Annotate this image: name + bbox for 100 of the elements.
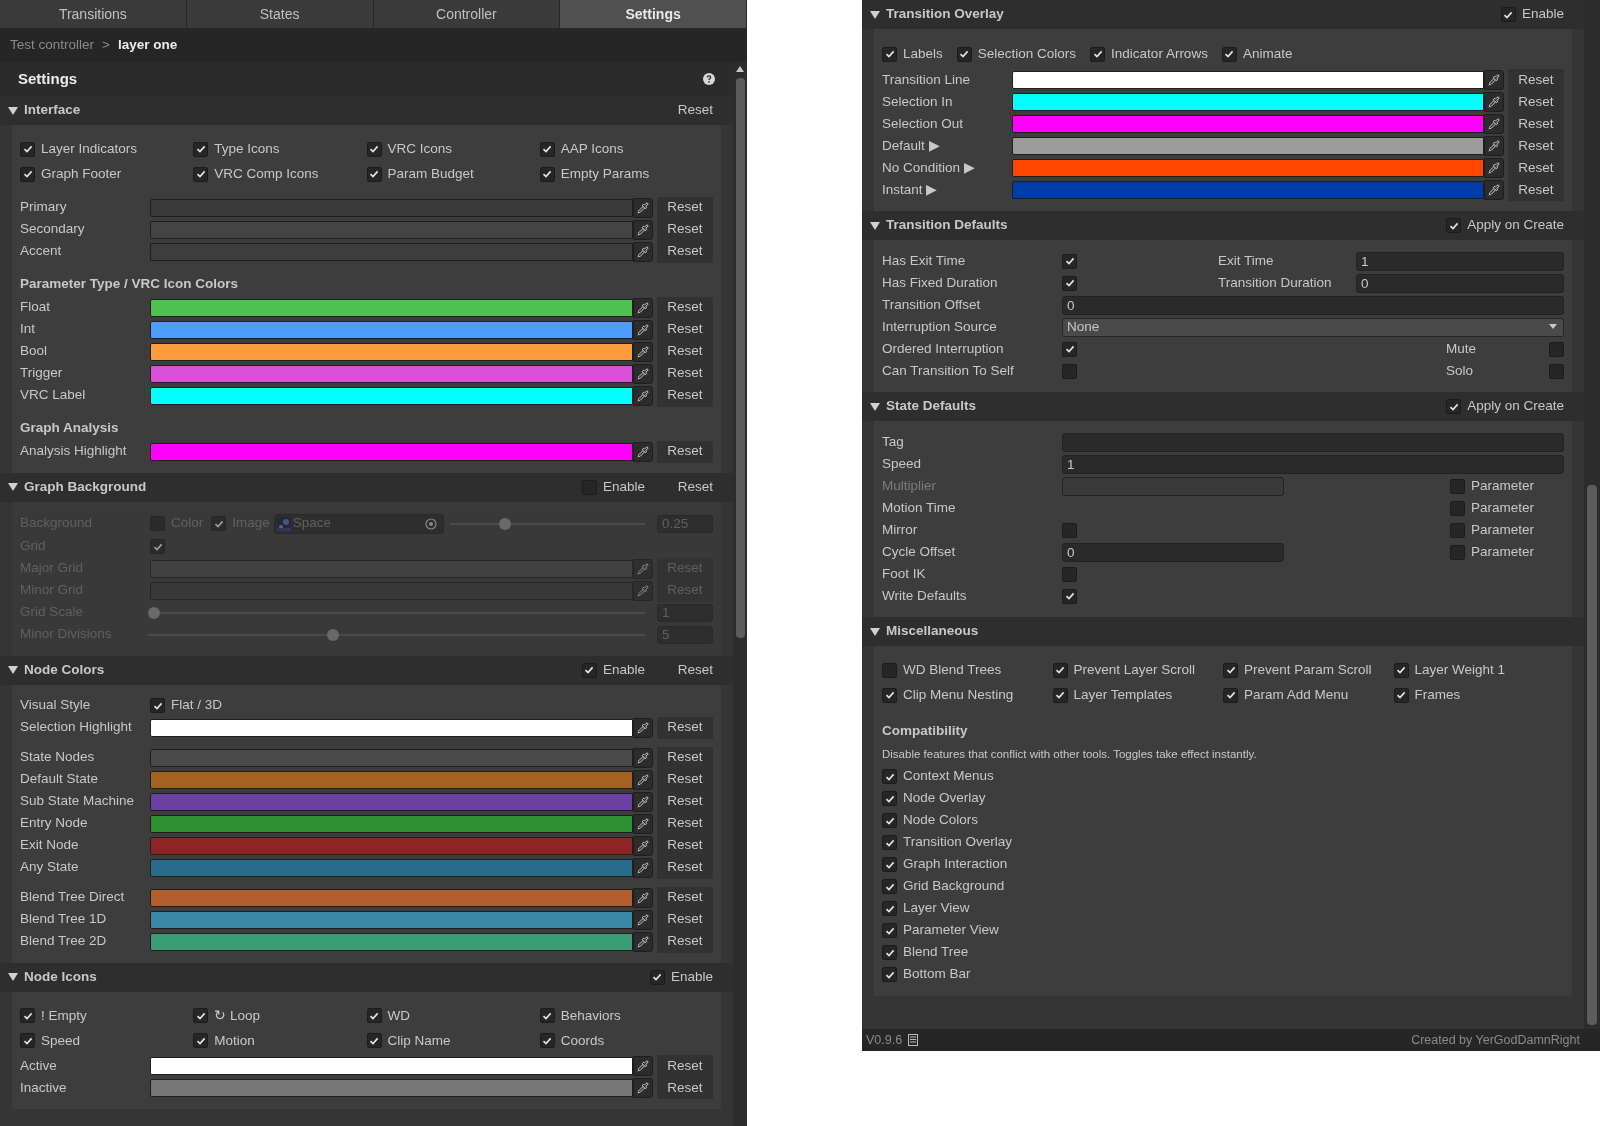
reset-button[interactable]: Reset (657, 790, 713, 813)
section-header[interactable]: Miscellaneous (862, 617, 1584, 646)
color-field[interactable] (1012, 71, 1484, 89)
section-header[interactable]: Node Colors Enable Reset (0, 655, 733, 685)
eyedropper-button[interactable] (633, 241, 653, 262)
checkbox[interactable] (882, 687, 897, 703)
slider-thumb[interactable] (327, 628, 340, 641)
color-field[interactable] (1012, 159, 1484, 177)
checkbox[interactable] (539, 1033, 555, 1049)
checkbox[interactable] (150, 539, 165, 554)
caret-icon[interactable] (870, 9, 880, 20)
reset-button[interactable]: Reset (665, 659, 713, 681)
eyedropper-button[interactable] (1484, 158, 1504, 178)
text-field[interactable]: 0 (1062, 295, 1564, 315)
checkbox[interactable] (1062, 253, 1077, 269)
tab[interactable]: Settings (560, 0, 747, 28)
caret-icon[interactable] (8, 665, 18, 675)
eyedropper-button[interactable] (633, 909, 653, 930)
checkbox[interactable] (539, 141, 555, 157)
breadcrumb-link[interactable]: Test controller (10, 34, 95, 56)
reset-button[interactable]: Reset (657, 746, 713, 769)
reset-button[interactable]: Reset (1508, 69, 1564, 91)
checkbox[interactable] (1223, 662, 1238, 678)
reset-button[interactable]: Reset (657, 768, 713, 791)
checkbox[interactable] (956, 46, 972, 62)
caret-icon[interactable] (8, 482, 18, 492)
checkbox[interactable] (1052, 662, 1068, 678)
reset-button[interactable]: Reset (657, 930, 713, 953)
checkbox[interactable] (193, 1033, 209, 1049)
reset-button[interactable]: Reset (657, 440, 713, 463)
checkbox[interactable] (882, 901, 897, 916)
reset-button[interactable]: Reset (657, 362, 713, 385)
eyedropper-button[interactable] (633, 887, 653, 908)
dropdown[interactable]: None (1062, 317, 1564, 337)
checkbox[interactable] (882, 662, 897, 678)
reset-button[interactable]: Reset (657, 384, 713, 407)
checkbox[interactable] (1090, 46, 1106, 62)
checkbox[interactable] (1062, 522, 1077, 538)
checkbox[interactable] (882, 945, 897, 960)
checkbox[interactable] (1450, 522, 1465, 538)
reset-button[interactable]: Reset (665, 476, 713, 498)
eyedropper-button[interactable] (633, 1056, 653, 1076)
section-header[interactable]: Transition Defaults Apply on Create (862, 211, 1584, 240)
section-header[interactable]: Interface Reset (0, 96, 733, 125)
text-field[interactable] (1062, 476, 1284, 496)
text-field[interactable]: 0 (1356, 273, 1564, 293)
text-field[interactable]: 0 (1062, 542, 1284, 562)
checkbox[interactable] (20, 1033, 35, 1049)
eyedropper-button[interactable] (633, 363, 653, 384)
scrollbar-thumb[interactable] (1587, 485, 1597, 1025)
checkbox[interactable] (1062, 588, 1077, 604)
color-field[interactable] (1012, 181, 1484, 199)
color-field[interactable] (150, 320, 633, 339)
color-field[interactable] (150, 342, 633, 361)
text-field[interactable] (1062, 432, 1564, 452)
checkbox[interactable] (1221, 46, 1237, 62)
eyedropper-button[interactable] (633, 319, 653, 340)
reset-button[interactable]: Reset (657, 196, 713, 219)
eyedropper-button[interactable] (633, 835, 653, 856)
color-field[interactable] (150, 836, 633, 855)
checkbox[interactable] (882, 46, 897, 62)
help-icon[interactable] (703, 73, 715, 85)
reset-button[interactable]: Reset (1508, 135, 1564, 157)
reset-button[interactable]: Reset (657, 886, 713, 909)
checkbox[interactable] (20, 1008, 35, 1024)
caret-icon[interactable] (870, 220, 880, 231)
reset-button[interactable]: Reset (657, 318, 713, 341)
slider-thumb[interactable] (148, 606, 160, 619)
text-field[interactable]: 1 (1062, 454, 1564, 474)
eyedropper-button[interactable] (633, 813, 653, 834)
slider-thumb[interactable] (499, 517, 512, 530)
color-field[interactable] (150, 858, 633, 877)
caret-icon[interactable] (8, 105, 18, 116)
color-field[interactable] (150, 1079, 633, 1097)
eyedropper-button[interactable] (633, 580, 653, 601)
caret-icon[interactable] (870, 626, 880, 637)
eyedropper-button[interactable] (1484, 70, 1504, 90)
eyedropper-button[interactable] (1484, 180, 1504, 200)
eyedropper-button[interactable] (633, 385, 653, 406)
color-field[interactable] (1012, 115, 1484, 133)
checkbox[interactable] (1446, 218, 1462, 233)
checkbox[interactable] (1062, 341, 1077, 357)
checkbox[interactable] (193, 141, 209, 157)
checkbox[interactable] (581, 662, 597, 678)
color-field[interactable] (150, 770, 633, 789)
reset-button[interactable]: Reset (657, 716, 713, 739)
color-field[interactable] (150, 298, 633, 317)
checkbox[interactable] (20, 141, 35, 157)
checkbox[interactable] (366, 166, 382, 182)
color-field[interactable] (150, 888, 633, 907)
reset-button[interactable]: Reset (1508, 157, 1564, 179)
text-field[interactable]: 1 (1356, 251, 1564, 271)
scrollbar[interactable] (733, 62, 747, 1126)
color-field[interactable] (150, 718, 633, 737)
scrollbar[interactable] (1584, 0, 1600, 1029)
eyedropper-button[interactable] (633, 219, 653, 240)
reset-button[interactable]: Reset (657, 856, 713, 879)
color-field[interactable] (1012, 137, 1484, 155)
reset-button[interactable]: Reset (657, 1077, 713, 1099)
caret-icon[interactable] (870, 401, 880, 412)
